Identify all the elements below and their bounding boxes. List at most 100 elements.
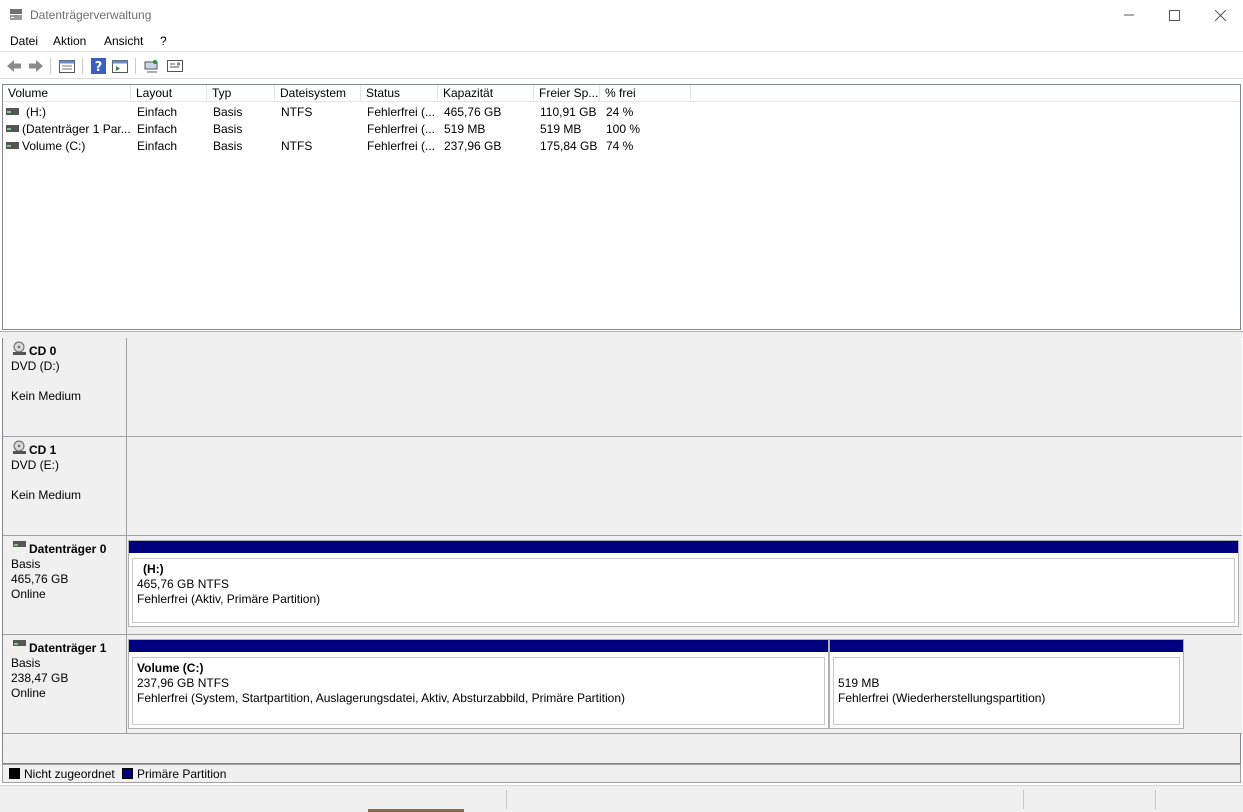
cell-layout: Einfach (137, 122, 178, 136)
disk-area-disk0: (H:) 465,76 GB NTFS Fehlerfrei (Aktiv, P… (128, 536, 1242, 634)
menu-help[interactable]: ? (160, 34, 167, 48)
disk-info-cd1[interactable]: CD 1 DVD (E:) Kein Medium (3, 437, 127, 535)
column-kapazitaet[interactable]: Kapazität (438, 85, 534, 102)
cell-layout: Einfach (137, 105, 178, 119)
cd-drive-icon (13, 341, 26, 355)
disk-row-disk1[interactable]: Datenträger 1 Basis 238,47 GB Online Vol… (3, 635, 1242, 734)
cell-kapazitaet: 237,96 GB (444, 139, 502, 153)
properties-icon[interactable] (166, 57, 184, 75)
cell-kapazitaet: 465,76 GB (444, 105, 502, 119)
disk-type: Basis (11, 557, 41, 571)
partition-status: Fehlerfrei (Aktiv, Primäre Partition) (137, 592, 321, 606)
help-icon[interactable]: ? (90, 57, 108, 75)
disk-info-disk1[interactable]: Datenträger 1 Basis 238,47 GB Online (3, 635, 127, 733)
menu-ansicht[interactable]: Ansicht (104, 34, 143, 48)
disk-list-icon[interactable] (58, 57, 76, 75)
partition-size: 519 MB (838, 676, 880, 690)
disk-row-cd0[interactable]: CD 0 DVD (D:) Kein Medium (3, 338, 1242, 437)
partition-h[interactable]: (H:) 465,76 GB NTFS Fehlerfrei (Aktiv, P… (128, 540, 1239, 627)
table-row[interactable]: (Datenträger 1 Par... Einfach Basis Fehl… (3, 121, 1240, 138)
disk-state: Kein Medium (11, 488, 82, 502)
cell-layout: Einfach (137, 139, 178, 153)
disk-area-disk1: Volume (C:) 237,96 GB NTFS Fehlerfrei (S… (128, 635, 1242, 733)
column-freier-speicher[interactable]: Freier Sp... (534, 85, 600, 102)
column-typ[interactable]: Typ (207, 85, 275, 102)
disk-type: Basis (11, 656, 41, 670)
volume-icon (6, 108, 19, 115)
legend-swatch-unallocated (9, 768, 20, 779)
volume-list[interactable]: Volume Layout Typ Dateisystem Status Kap… (2, 84, 1241, 330)
cell-freier-speicher: 110,91 GB (540, 105, 597, 119)
toolbar: ? (0, 53, 1243, 79)
connect-icon[interactable] (143, 57, 161, 75)
partition-c[interactable]: Volume (C:) 237,96 GB NTFS Fehlerfrei (S… (128, 639, 829, 729)
legend-label-unallocated: Nicht zugeordnet (24, 767, 115, 781)
column-volume[interactable]: Volume (3, 85, 131, 102)
partition-name (838, 661, 1175, 676)
cell-status: Fehlerfrei (... (367, 122, 436, 136)
disk-name: Datenträger 1 (29, 641, 107, 655)
partition-body: Volume (C:) 237,96 GB NTFS Fehlerfrei (S… (132, 657, 825, 725)
hard-disk-icon (13, 640, 26, 646)
partition-body: 519 MB Fehlerfrei (Wiederherstellungspar… (833, 657, 1180, 725)
table-row[interactable]: (H:) Einfach Basis NTFS Fehlerfrei (... … (3, 104, 1240, 121)
disk-size: 465,76 GB (11, 572, 69, 586)
disk-type: DVD (D:) (11, 359, 60, 373)
disk-row-cd1[interactable]: CD 1 DVD (E:) Kein Medium (3, 437, 1242, 536)
cell-dateisystem (276, 121, 362, 138)
cell-volume: Volume (C:) (22, 139, 86, 153)
forward-icon[interactable] (27, 57, 45, 75)
cell-status: Fehlerfrei (... (367, 105, 436, 119)
disk-state: Online (11, 686, 46, 700)
legend-label-primary: Primäre Partition (137, 767, 227, 781)
column-dateisystem[interactable]: Dateisystem (275, 85, 361, 102)
menu-aktion[interactable]: Aktion (53, 34, 86, 48)
disk-row-disk0[interactable]: Datenträger 0 Basis 465,76 GB Online (H:… (3, 536, 1242, 635)
cell-prozent-frei: 100 % (606, 122, 641, 136)
cell-prozent-frei: 24 % (606, 105, 634, 119)
title-bar: Datenträgerverwaltung (0, 0, 1243, 30)
partition-status: Fehlerfrei (Wiederherstellungspartition) (838, 691, 1046, 705)
column-status[interactable]: Status (361, 85, 438, 102)
cell-typ: Basis (213, 122, 243, 136)
column-prozent-frei[interactable]: % frei (600, 85, 691, 102)
cell-typ: Basis (213, 139, 243, 153)
cell-status: Fehlerfrei (... (367, 139, 436, 153)
disk-name: CD 0 (29, 344, 57, 358)
menu-datei[interactable]: Datei (10, 34, 38, 48)
cell-prozent-frei: 74 % (606, 139, 634, 153)
cell-volume: (H:) (26, 105, 46, 119)
volume-list-header: Volume Layout Typ Dateisystem Status Kap… (3, 85, 1240, 102)
primary-partition-bar (830, 640, 1183, 652)
close-icon (1214, 9, 1226, 21)
cell-volume: (Datenträger 1 Par... (22, 122, 131, 136)
hard-disk-icon (13, 541, 26, 547)
pane-splitter[interactable] (0, 331, 1243, 338)
svg-text:?: ? (95, 60, 103, 75)
minimize-icon (1124, 14, 1134, 16)
disk-management-app-icon (10, 9, 22, 20)
close-button[interactable] (1197, 0, 1243, 30)
table-row[interactable]: Volume (C:) Einfach Basis NTFS Fehlerfre… (3, 138, 1240, 155)
disk-info-cd0[interactable]: CD 0 DVD (D:) Kein Medium (3, 338, 127, 436)
console-icon[interactable] (111, 57, 129, 75)
maximize-button[interactable] (1151, 0, 1197, 30)
primary-partition-bar (129, 640, 828, 652)
disk-info-disk0[interactable]: Datenträger 0 Basis 465,76 GB Online (3, 536, 127, 634)
partition-recovery[interactable]: 519 MB Fehlerfrei (Wiederherstellungspar… (829, 639, 1184, 729)
partition-size: 237,96 GB NTFS (137, 676, 230, 690)
window-title: Datenträgerverwaltung (30, 8, 152, 22)
disk-area-cd1 (128, 437, 1242, 535)
disk-graphical-view: CD 0 DVD (D:) Kein Medium CD 1 DVD (E:) … (2, 338, 1242, 764)
minimize-button[interactable] (1106, 0, 1152, 30)
partition-size: 465,76 GB NTFS (137, 577, 230, 591)
legend-swatch-primary (122, 768, 133, 779)
disk-state: Kein Medium (11, 389, 82, 403)
cell-kapazitaet: 519 MB (444, 122, 486, 136)
menu-bar: Datei Aktion Ansicht ? (0, 30, 1243, 52)
maximize-icon (1168, 9, 1180, 21)
column-layout[interactable]: Layout (131, 85, 207, 102)
cell-freier-speicher: 175,84 GB (540, 139, 598, 153)
cell-dateisystem: NTFS (281, 105, 313, 119)
back-icon[interactable] (5, 57, 23, 75)
